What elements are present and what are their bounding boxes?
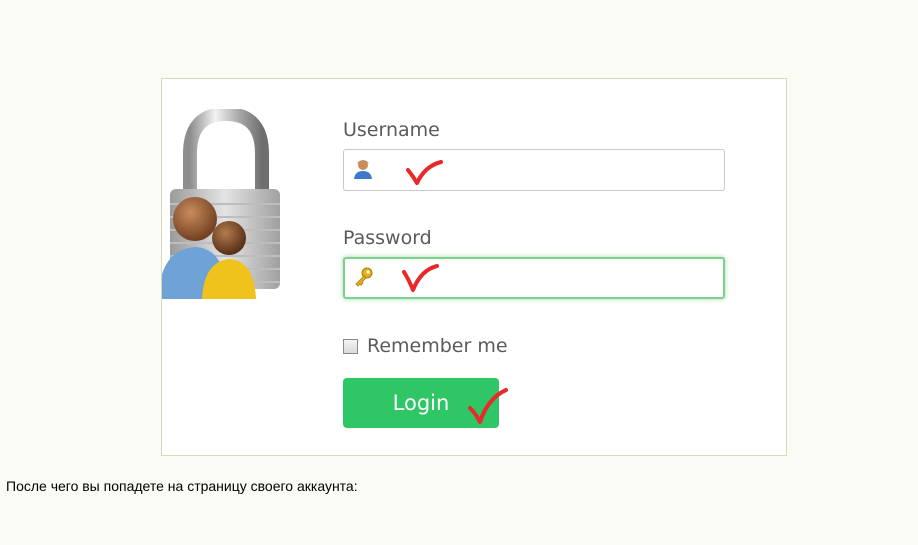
login-panel: Username Password Remember me Login bbox=[161, 78, 787, 456]
remember-me-row[interactable]: Remember me bbox=[343, 335, 508, 357]
key-icon bbox=[355, 267, 373, 287]
password-input[interactable] bbox=[343, 257, 725, 299]
username-input[interactable] bbox=[343, 149, 725, 191]
remember-me-checkbox[interactable] bbox=[343, 338, 358, 354]
password-label: Password bbox=[343, 227, 432, 249]
user-icon bbox=[354, 160, 372, 179]
username-label: Username bbox=[343, 119, 440, 141]
login-button[interactable]: Login bbox=[343, 378, 499, 428]
padlock-users-icon bbox=[162, 109, 280, 299]
caption-text: После чего вы попадете на страницу своег… bbox=[6, 478, 358, 494]
remember-me-label[interactable]: Remember me bbox=[367, 335, 508, 357]
